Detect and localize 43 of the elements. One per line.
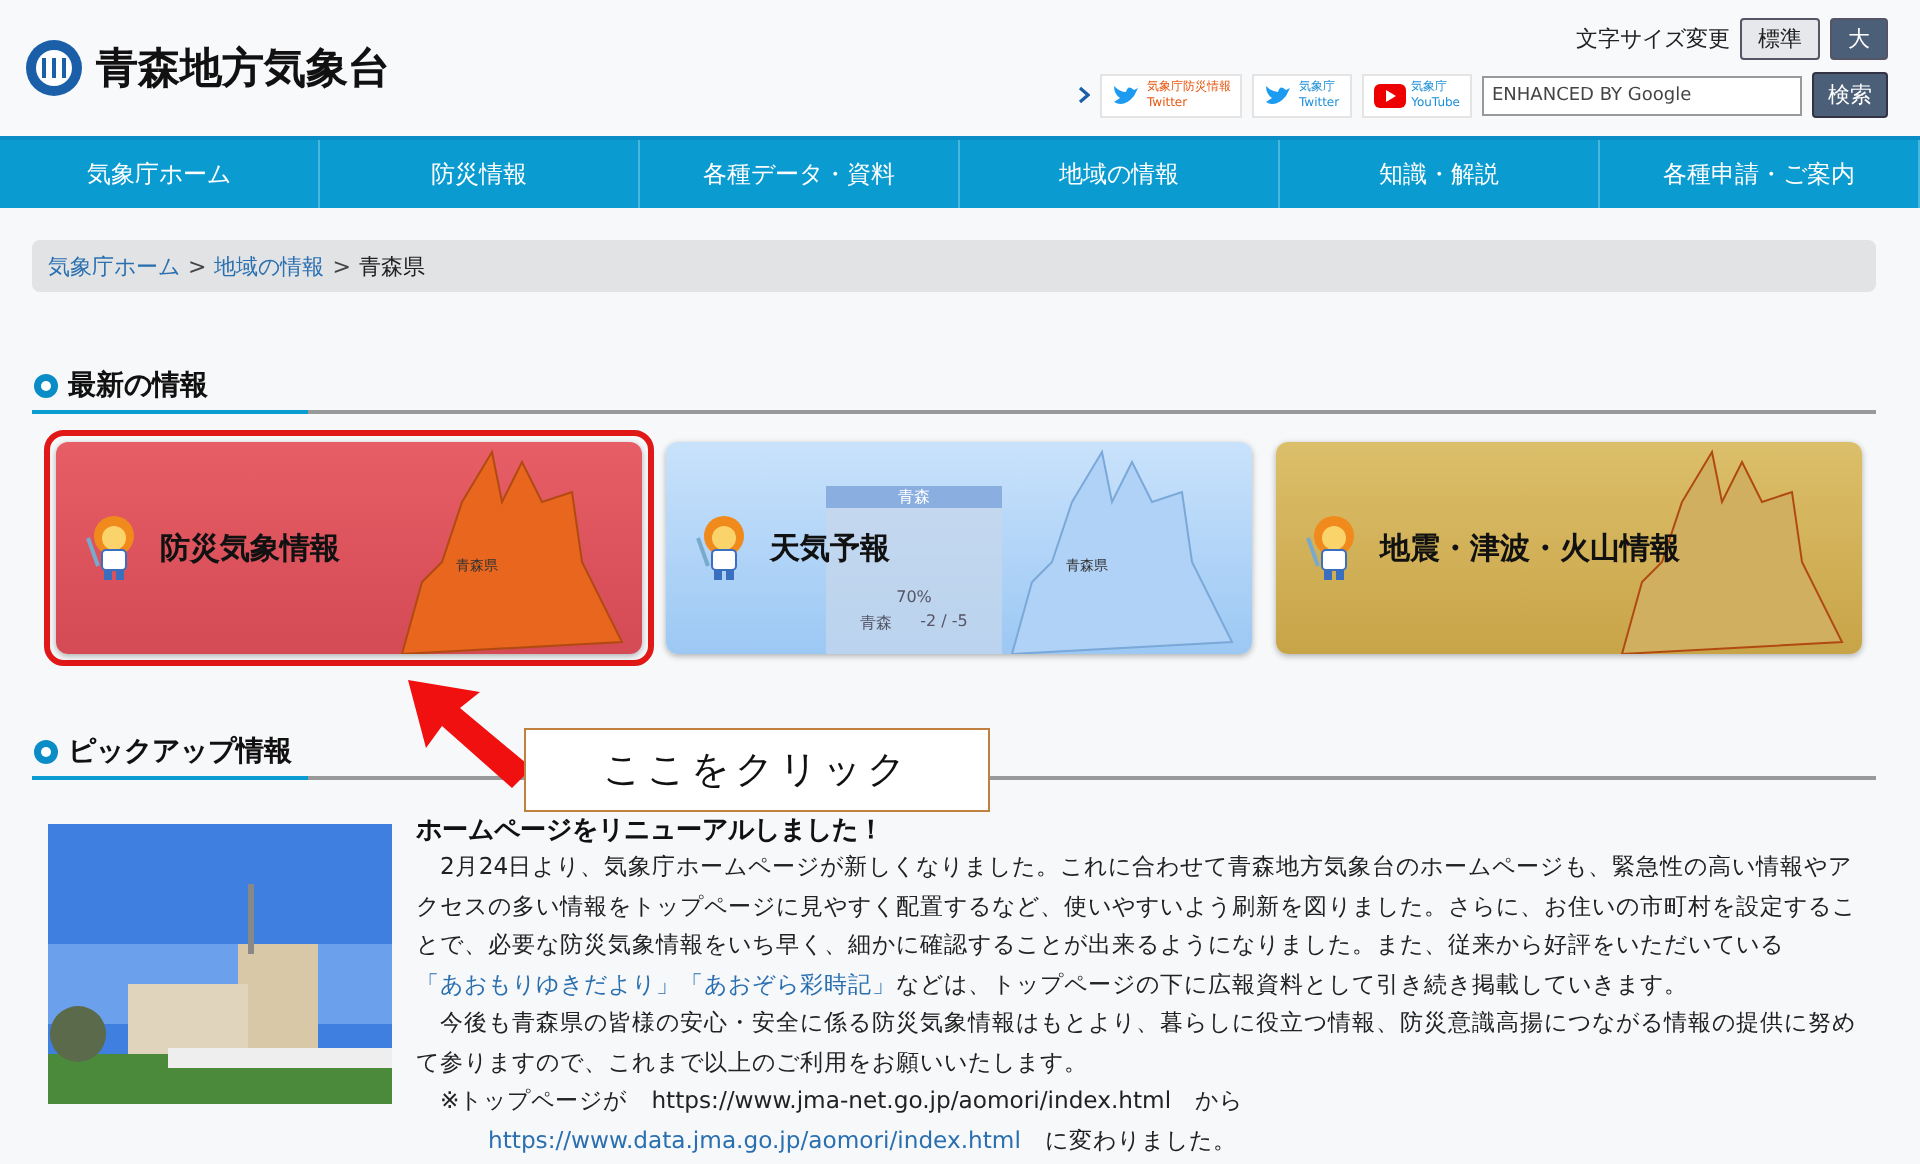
card-title: 天気予報	[770, 529, 890, 567]
font-size-button[interactable]: 大	[1830, 18, 1888, 60]
current-page-label: 青森県	[358, 251, 425, 281]
article-link[interactable]: https://www.data.jma.go.jp/aomori/index.html	[488, 1125, 1021, 1153]
breadcrumb-link[interactable]: 地域の情報	[214, 251, 325, 281]
nav-item[interactable]: 各種データ・資料	[640, 140, 960, 208]
article-link[interactable]: 「あおもりゆきだより」	[416, 969, 680, 997]
chevron-icon	[1078, 86, 1091, 104]
card-title: 防災気象情報	[160, 529, 340, 567]
bird-icon	[1112, 83, 1141, 107]
site-title: 青森地方気象台	[96, 42, 390, 96]
search-field[interactable]: ENHANCED BY Google	[1482, 75, 1802, 115]
breadcrumb-separator: >	[188, 253, 207, 279]
logo-icon	[24, 38, 84, 98]
nav-item[interactable]: 各種申請・ご案内	[1600, 140, 1920, 208]
breadcrumb-separator: >	[332, 253, 351, 279]
callout-text: ここをクリック	[524, 728, 990, 812]
article-paragraph: 今後も青森県の皆様の安心・安全に係る防災気象情報はもとより、暮らしに役立つ情報、防災意識高揚につながる情報の提供に努めて参りますので、これまで以上のご利用をお願いいたします。	[416, 1006, 1858, 1079]
nav-item[interactable]: 防災情報	[320, 140, 640, 208]
font-size-button[interactable]: 標準	[1740, 18, 1820, 60]
font-size-label: 文字サイズ変更	[1576, 24, 1730, 54]
breadcrumb-link[interactable]: 気象庁ホーム	[48, 251, 180, 281]
bullet-icon	[32, 738, 60, 766]
search-button[interactable]: 検索	[1812, 72, 1888, 118]
nav-item[interactable]: 地域の情報	[960, 140, 1280, 208]
panel-city: 青森	[860, 612, 893, 634]
precipitation-text: 70%	[896, 588, 932, 606]
temperature-text: -2 / -5	[920, 612, 968, 634]
section-heading: 最新の情報	[68, 368, 208, 404]
card-title: 地震・津波・火山情報	[1380, 529, 1680, 567]
article-link[interactable]: 「あおぞら彩時記」	[680, 969, 896, 997]
nav-item[interactable]: 知識・解説	[1280, 140, 1600, 208]
bird-icon	[1264, 83, 1293, 107]
panel-city: 青森	[826, 486, 1002, 508]
info-card[interactable]: 地震・津波・火山情報	[1276, 442, 1862, 654]
section-heading: ピックアップ情報	[68, 734, 292, 770]
article-title: ホームページをリニューアルしました！	[416, 814, 886, 848]
bullet-icon	[32, 372, 60, 400]
article-paragraph: ※トップページが https://www.jma-net.go.jp/aomori/index.html から	[438, 1084, 1246, 1118]
article-paragraph: 2月24日より、気象庁ホームページが新しくなりました。これに合わせて青森地方気象台のホームページも、緊急性の高い情報やアクセスの多い情報をトップページに見やすく配置するなど、使いやすいよう刷新を図りました。さらに、お住いの市町村を設定することで、必要な防災気象情報をいち早く、細かに確認することが出来るようになりました。また、従来から好評をいただいている 「あおもりゆきだより」「あおぞら彩時記」などは、トップページの下に広報資料として引き続き掲載していきます。	[416, 850, 1858, 1001]
article-paragraph: https://www.data.jma.go.jp/aomori/index.html に変わりました。	[486, 1123, 1239, 1157]
nav-item[interactable]: 気象庁ホーム	[0, 140, 320, 208]
play-icon	[1373, 83, 1406, 107]
